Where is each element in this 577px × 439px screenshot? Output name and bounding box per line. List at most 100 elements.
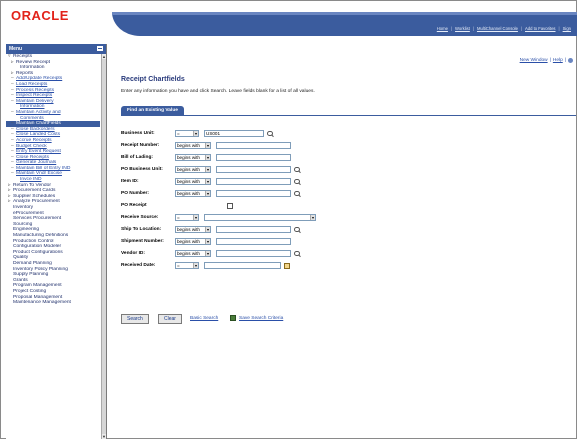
menu-item-label: Grants xyxy=(13,277,28,283)
shipment-number-operator[interactable]: begins with xyxy=(175,238,211,245)
menu-item-label: Inventory Policy Planning xyxy=(13,266,68,272)
menu-item-label: Maintain Activity and xyxy=(16,109,61,115)
menu-item-label: Project Costing xyxy=(13,288,47,294)
menu-item-label: Generate Journals xyxy=(16,160,57,166)
menu-scrollbar[interactable]: ▲ ▼ xyxy=(101,54,106,439)
received-date-operator[interactable]: = xyxy=(175,262,199,269)
operator-value: begins with xyxy=(177,239,200,244)
menu-item-label: Return To Vendor xyxy=(13,182,51,188)
item-id-input[interactable] xyxy=(216,178,291,185)
received-date-input[interactable] xyxy=(204,262,281,269)
menu-item-label: Proposal Management xyxy=(13,294,63,300)
po-number-input[interactable] xyxy=(216,190,291,197)
menu-item-label: Budget Check xyxy=(16,143,47,149)
receipt-number-input[interactable] xyxy=(216,142,291,149)
row-ship-to-location: Ship To Location: begins with xyxy=(121,225,300,234)
header-highlight xyxy=(112,12,577,15)
ship-to-location-operator[interactable]: begins with xyxy=(175,226,211,233)
header-strip xyxy=(112,12,577,36)
po-business-unit-operator[interactable]: begins with xyxy=(175,166,211,173)
oracle-logo: ORACLE xyxy=(11,8,69,23)
menu-item-label: Supplier Schedules xyxy=(13,193,56,199)
received-date-label: Received Date: xyxy=(121,263,156,268)
new-window-link[interactable]: New Window xyxy=(520,58,548,63)
tab-find-existing-value[interactable]: Find an Existing Value xyxy=(121,106,184,115)
operator-value: begins with xyxy=(177,179,200,184)
menu-item-label: Reports xyxy=(16,70,34,76)
dropdown-arrow-icon xyxy=(205,191,210,196)
receive-source-select[interactable] xyxy=(204,214,316,221)
operator-value: begins with xyxy=(177,155,200,160)
vendor-id-label: Vendor ID: xyxy=(121,251,145,256)
menu-item-label: Demand Planning xyxy=(13,260,52,266)
vendor-id-operator[interactable]: begins with xyxy=(175,250,211,257)
calendar-icon[interactable] xyxy=(284,262,290,269)
scroll-up-arrow-icon[interactable]: ▲ xyxy=(102,54,106,59)
menu-item-label: Configuration Modeler xyxy=(13,244,62,250)
menu-item[interactable]: Maintenance Management xyxy=(6,300,100,306)
clear-button[interactable]: Clear xyxy=(158,314,182,324)
dropdown-arrow-icon xyxy=(193,263,198,268)
po-business-unit-lookup-icon[interactable] xyxy=(294,166,300,173)
user-icon[interactable] xyxy=(568,58,573,63)
po-number-lookup-icon[interactable] xyxy=(294,190,300,197)
dropdown-arrow-icon xyxy=(205,155,210,160)
menu-item-label: Sourcing xyxy=(13,221,33,227)
menu-title: Menu xyxy=(6,44,106,54)
receipt-number-label: Receipt Number: xyxy=(121,143,160,148)
business-unit-operator[interactable]: = xyxy=(175,130,199,137)
operator-value: = xyxy=(177,263,180,268)
bill-of-lading-label: Bill of Lading: xyxy=(121,155,153,160)
menu-item-label: Accrue Receipts xyxy=(16,137,52,143)
scroll-down-arrow-icon[interactable]: ▼ xyxy=(102,434,106,439)
save-search-criteria-link[interactable]: Save Search Criteria xyxy=(239,316,283,321)
dropdown-arrow-icon xyxy=(310,215,315,220)
row-business-unit: Business Unit: = US001 xyxy=(121,129,273,138)
worklist-link[interactable]: Worklist xyxy=(455,26,470,31)
link-separator: | xyxy=(472,26,474,31)
multichannel-console-link[interactable]: MultiChannel Console xyxy=(477,26,518,31)
item-id-lookup-icon[interactable] xyxy=(294,178,300,185)
receipt-number-operator[interactable]: begins with xyxy=(175,142,211,149)
menu-item-label: Information xyxy=(20,65,45,71)
ship-to-location-input[interactable] xyxy=(216,226,291,233)
menu-item-label: Receipts xyxy=(13,54,33,59)
basic-search-link[interactable]: Basic Search xyxy=(190,316,218,321)
menu-item-label: Supply Planning xyxy=(13,272,49,278)
add-to-favorites-link[interactable]: Add to Favorites xyxy=(525,26,556,31)
po-number-operator[interactable]: begins with xyxy=(175,190,211,197)
ship-to-location-lookup-icon[interactable] xyxy=(294,226,300,233)
help-link[interactable]: Help xyxy=(553,58,563,63)
item-id-operator[interactable]: begins with xyxy=(175,178,211,185)
menu-item-label: Product Configurations xyxy=(13,249,63,255)
shipment-number-input[interactable] xyxy=(216,238,291,245)
instructions-text: Enter any information you have and click… xyxy=(121,89,315,94)
bill-of-lading-operator[interactable]: begins with xyxy=(175,154,211,161)
po-business-unit-input[interactable] xyxy=(216,166,291,173)
menu-item-label: Analyze Procurement xyxy=(13,199,60,205)
operator-value: = xyxy=(177,215,180,220)
collapse-menu-icon[interactable] xyxy=(97,46,103,51)
row-po-number: PO Number: begins with xyxy=(121,189,300,198)
business-unit-label: Business Unit: xyxy=(121,131,155,136)
vendor-id-input[interactable] xyxy=(216,250,291,257)
search-button[interactable]: Search xyxy=(121,314,149,324)
business-unit-lookup-icon[interactable] xyxy=(267,130,273,137)
menu-item-label: Production Control xyxy=(13,238,54,244)
link-separator: | xyxy=(549,58,551,63)
ship-to-location-label: Ship To Location: xyxy=(121,227,162,232)
operator-value: = xyxy=(177,131,180,136)
menu-item-label: Quality xyxy=(13,255,29,261)
menu-title-label: Menu xyxy=(9,46,23,52)
receive-source-operator[interactable]: = xyxy=(175,214,199,221)
operator-value: begins with xyxy=(177,143,200,148)
po-receipt-checkbox[interactable] xyxy=(227,202,233,209)
business-unit-input[interactable]: US001 xyxy=(204,130,264,137)
bill-of-lading-input[interactable] xyxy=(216,154,291,161)
vendor-id-lookup-icon[interactable] xyxy=(294,250,300,257)
row-vendor-id: Vendor ID: begins with xyxy=(121,249,300,258)
home-link[interactable]: Home xyxy=(437,26,448,31)
sign-out-link[interactable]: Sign xyxy=(563,26,571,31)
menu-list: ▿ Receipts ▹ Review Receipt Information ▹ Repo… xyxy=(6,54,100,306)
dropdown-arrow-icon xyxy=(205,239,210,244)
